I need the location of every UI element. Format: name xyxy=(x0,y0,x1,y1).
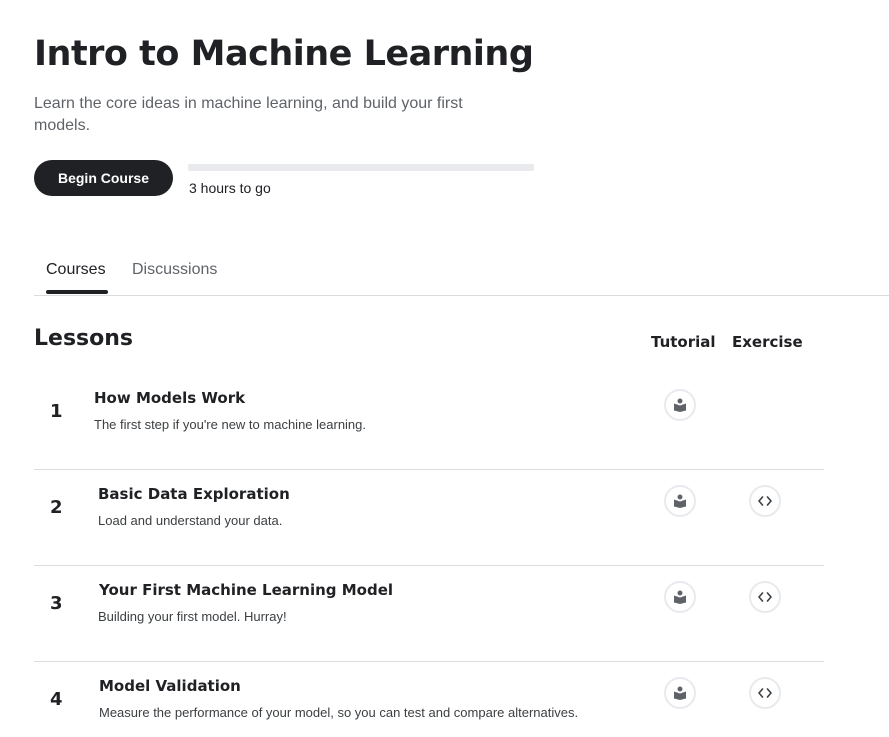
tutorial-column-heading: Tutorial xyxy=(651,333,716,351)
tab-discussions[interactable]: Discussions xyxy=(132,261,217,279)
lesson-number: 1 xyxy=(50,401,63,422)
book-icon xyxy=(674,494,686,508)
tutorial-button[interactable] xyxy=(664,485,696,517)
lesson-title-link[interactable]: Your First Machine Learning Model xyxy=(99,581,393,599)
tab-courses[interactable]: Courses xyxy=(46,261,106,279)
lesson-description: Measure the performance of your model, s… xyxy=(99,705,579,720)
lesson-title-link[interactable]: How Models Work xyxy=(94,389,245,407)
lesson-title-link[interactable]: Model Validation xyxy=(99,677,241,695)
lesson-number: 3 xyxy=(50,593,63,614)
book-icon xyxy=(674,590,686,604)
lesson-number: 2 xyxy=(50,497,63,518)
lesson-description: Load and understand your data. xyxy=(98,513,283,528)
time-remaining-label: 3 hours to go xyxy=(189,180,271,196)
lesson-description: The first step if you're new to machine … xyxy=(94,417,367,432)
lesson-row: 1 How Models Work The first step if you'… xyxy=(34,373,824,470)
exercise-button[interactable] xyxy=(749,485,781,517)
exercise-button[interactable] xyxy=(749,581,781,613)
book-icon xyxy=(674,686,686,700)
exercise-button[interactable] xyxy=(749,677,781,709)
lessons-heading: Lessons xyxy=(34,326,133,351)
code-icon xyxy=(758,496,772,506)
code-icon xyxy=(758,688,772,698)
tutorial-button[interactable] xyxy=(664,581,696,613)
exercise-column-heading: Exercise xyxy=(732,333,803,351)
lesson-row: 4 Model Validation Measure the performan… xyxy=(34,661,824,737)
lesson-number: 4 xyxy=(50,689,63,710)
course-page: Intro to Machine Learning Learn the core… xyxy=(0,0,889,737)
lesson-title-link[interactable]: Basic Data Exploration xyxy=(98,485,290,503)
tutorial-button[interactable] xyxy=(664,389,696,421)
lesson-row: 2 Basic Data Exploration Load and unders… xyxy=(34,469,824,566)
course-subtitle: Learn the core ideas in machine learning… xyxy=(34,95,463,134)
course-title: Intro to Machine Learning xyxy=(34,34,534,74)
lesson-row: 3 Your First Machine Learning Model Buil… xyxy=(34,565,824,662)
code-icon xyxy=(758,592,772,602)
tutorial-button[interactable] xyxy=(664,677,696,709)
lesson-description: Building your first model. Hurray! xyxy=(98,609,287,624)
begin-course-button[interactable]: Begin Course xyxy=(34,160,173,196)
book-icon xyxy=(674,398,686,412)
course-tabs: Courses Discussions xyxy=(34,258,889,296)
course-progress-bar xyxy=(188,164,534,171)
active-tab-indicator xyxy=(46,290,108,294)
